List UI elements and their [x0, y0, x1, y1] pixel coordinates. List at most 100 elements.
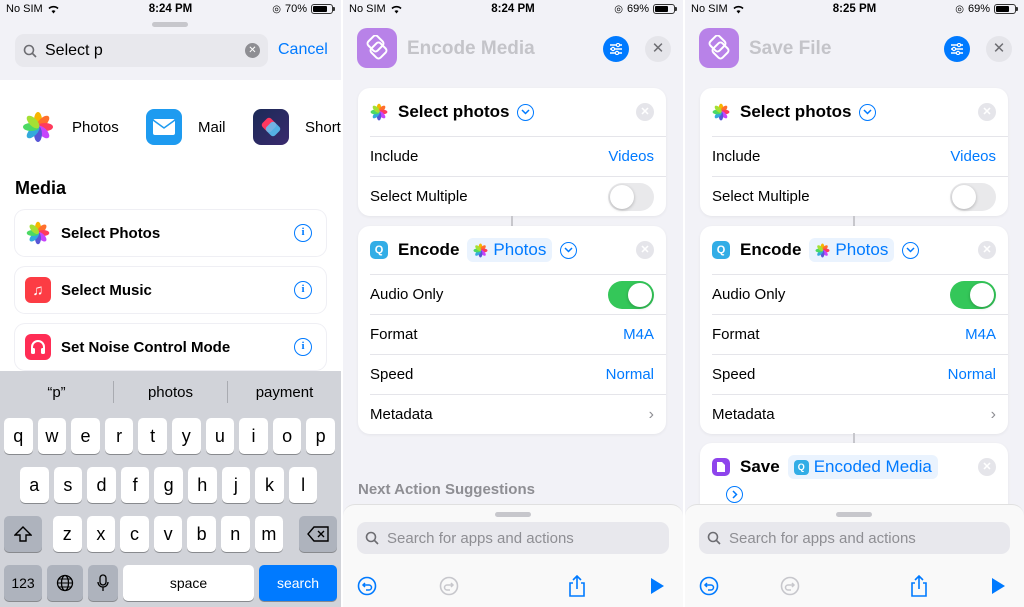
close-button[interactable]: ✕: [645, 36, 671, 62]
include-value[interactable]: Videos: [950, 148, 996, 165]
globe-key[interactable]: [47, 565, 83, 601]
info-icon[interactable]: i: [294, 224, 312, 242]
share-button[interactable]: [907, 574, 931, 598]
app-shortcuts[interactable]: Short: [253, 109, 341, 145]
key-t[interactable]: t: [138, 418, 167, 454]
variable-chip[interactable]: Photos: [809, 238, 895, 262]
format-row[interactable]: Format M4A: [370, 314, 666, 354]
shortcut-title[interactable]: Save File: [749, 38, 831, 60]
app-mail[interactable]: Mail: [146, 109, 226, 145]
search-input-text[interactable]: Select p: [45, 42, 103, 60]
key-k[interactable]: k: [255, 467, 284, 503]
sheet-grabber[interactable]: [495, 512, 531, 517]
remove-action-icon[interactable]: ✕: [636, 241, 654, 259]
undo-button[interactable]: [697, 574, 721, 598]
key-l[interactable]: l: [288, 467, 318, 503]
info-icon[interactable]: i: [294, 281, 312, 299]
select-photos-action[interactable]: Select photos ✕ Include Videos Select Mul…: [358, 88, 666, 216]
key-o[interactable]: o: [272, 418, 302, 454]
key-h[interactable]: h: [188, 467, 217, 503]
key-e[interactable]: e: [71, 418, 100, 454]
shortcut-icon[interactable]: [357, 28, 397, 68]
speed-row[interactable]: Speed Normal: [370, 354, 666, 394]
format-value[interactable]: M4A: [965, 326, 996, 343]
redo-button[interactable]: [778, 574, 802, 598]
remove-action-icon[interactable]: ✕: [636, 103, 654, 121]
close-button[interactable]: ✕: [986, 36, 1012, 62]
run-button[interactable]: [645, 574, 669, 598]
metadata-row[interactable]: Metadata ›: [712, 394, 1008, 434]
select-multiple-toggle[interactable]: [608, 182, 654, 211]
expand-chevron-icon[interactable]: [517, 103, 535, 121]
key-m[interactable]: m: [254, 516, 284, 552]
key-v[interactable]: v: [153, 516, 183, 552]
speed-value[interactable]: Normal: [948, 366, 996, 383]
cancel-button[interactable]: Cancel: [278, 41, 328, 59]
format-value[interactable]: M4A: [623, 326, 654, 343]
audio-only-toggle[interactable]: [950, 280, 996, 309]
key-s[interactable]: s: [53, 467, 83, 503]
remove-action-icon[interactable]: ✕: [978, 458, 996, 476]
key-u[interactable]: u: [205, 418, 235, 454]
dictation-key[interactable]: [88, 565, 118, 601]
redo-button[interactable]: [437, 574, 461, 598]
search-apps-actions-field[interactable]: Search for apps and actions: [357, 522, 669, 554]
remove-action-icon[interactable]: ✕: [978, 241, 996, 259]
speed-row[interactable]: Speed Normal: [712, 354, 1008, 394]
key-a[interactable]: a: [20, 467, 49, 503]
speed-value[interactable]: Normal: [606, 366, 654, 383]
search-field[interactable]: Select p ✕: [15, 34, 268, 67]
numbers-key[interactable]: 123: [4, 565, 42, 601]
prediction-2[interactable]: photos: [114, 384, 227, 401]
expand-chevron-icon[interactable]: [726, 486, 743, 503]
settings-button[interactable]: [944, 36, 970, 62]
action-select-music[interactable]: ♫ Select Music i: [15, 267, 326, 313]
shortcut-title[interactable]: Encode Media: [407, 38, 535, 60]
key-q[interactable]: q: [4, 418, 33, 454]
expand-chevron-icon[interactable]: [902, 241, 920, 259]
key-w[interactable]: w: [37, 418, 67, 454]
key-j[interactable]: j: [221, 467, 251, 503]
key-d[interactable]: d: [87, 467, 116, 503]
prediction-3[interactable]: payment: [228, 384, 341, 401]
space-key[interactable]: space: [123, 565, 254, 601]
key-p[interactable]: p: [306, 418, 335, 454]
key-y[interactable]: y: [172, 418, 201, 454]
run-button[interactable]: [986, 574, 1010, 598]
encode-action[interactable]: Q Encode Photos ✕ Audio Only Format M4A S…: [358, 226, 666, 434]
shortcut-icon[interactable]: [699, 28, 739, 68]
search-apps-actions-field[interactable]: Search for apps and actions: [699, 522, 1010, 554]
remove-action-icon[interactable]: ✕: [978, 103, 996, 121]
key-c[interactable]: c: [120, 516, 149, 552]
key-f[interactable]: f: [120, 467, 150, 503]
search-key[interactable]: search: [259, 565, 337, 601]
include-value[interactable]: Videos: [608, 148, 654, 165]
include-row[interactable]: Include Videos: [370, 136, 666, 176]
shift-key[interactable]: [4, 516, 42, 552]
key-r[interactable]: r: [104, 418, 134, 454]
key-x[interactable]: x: [86, 516, 116, 552]
audio-only-toggle[interactable]: [608, 280, 654, 309]
action-select-photos[interactable]: Select Photos i: [15, 210, 326, 256]
include-row[interactable]: Include Videos: [712, 136, 1008, 176]
sheet-grabber[interactable]: [152, 22, 188, 27]
key-z[interactable]: z: [53, 516, 82, 552]
info-icon[interactable]: i: [294, 338, 312, 356]
variable-chip[interactable]: Photos: [467, 238, 553, 262]
key-n[interactable]: n: [221, 516, 250, 552]
action-set-noise-control[interactable]: Set Noise Control Mode i: [15, 324, 326, 370]
share-button[interactable]: [565, 574, 589, 598]
prediction-1[interactable]: “p”: [0, 384, 113, 401]
variable-chip[interactable]: Q Encoded Media: [787, 455, 938, 479]
settings-button[interactable]: [603, 36, 629, 62]
clear-search-icon[interactable]: ✕: [245, 43, 260, 58]
select-multiple-toggle[interactable]: [950, 182, 996, 211]
expand-chevron-icon[interactable]: [560, 241, 578, 259]
sheet-grabber[interactable]: [836, 512, 872, 517]
metadata-row[interactable]: Metadata ›: [370, 394, 666, 434]
key-b[interactable]: b: [187, 516, 216, 552]
app-photos[interactable]: Photos: [20, 109, 119, 145]
key-g[interactable]: g: [154, 467, 183, 503]
format-row[interactable]: Format M4A: [712, 314, 1008, 354]
key-i[interactable]: i: [239, 418, 268, 454]
